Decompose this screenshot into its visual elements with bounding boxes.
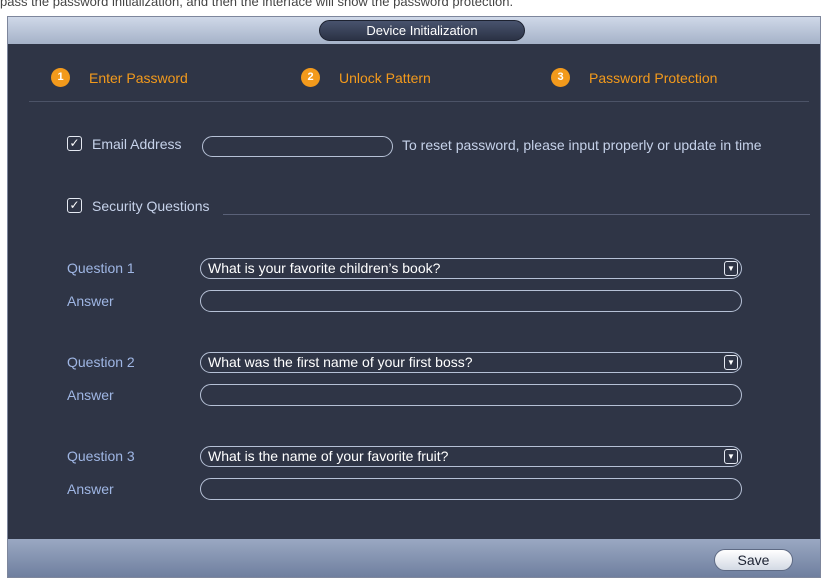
step-label: Password Protection: [589, 70, 718, 86]
question-1-select[interactable]: What is your favorite children’s book? ▼: [200, 258, 742, 279]
question-2-value: What was the first name of your first bo…: [208, 354, 473, 370]
title-bar: Device Initialization: [8, 17, 820, 44]
email-address-checkbox[interactable]: ✓: [67, 136, 82, 151]
answer-1-input[interactable]: [200, 290, 742, 312]
step-number-badge: 1: [51, 68, 70, 87]
question-3-select[interactable]: What is the name of your favorite fruit?…: [200, 446, 742, 467]
answer-3-input[interactable]: [200, 478, 742, 500]
question-2-select[interactable]: What was the first name of your first bo…: [200, 352, 742, 373]
answer-2-input[interactable]: [200, 384, 742, 406]
footer-bar: Save: [8, 539, 820, 577]
security-questions-label: Security Questions: [92, 198, 210, 214]
answer-2-label: Answer: [67, 387, 114, 403]
question-3-value: What is the name of your favorite fruit?: [208, 448, 449, 464]
step-number-badge: 3: [551, 68, 570, 87]
step-label: Enter Password: [89, 70, 188, 86]
page-top-text: pass the password initialization, and th…: [0, 0, 514, 9]
email-address-label: Email Address: [92, 136, 182, 152]
save-button[interactable]: Save: [714, 549, 793, 571]
device-initialization-window: Device Initialization 1 Enter Password 2…: [7, 16, 821, 578]
chevron-down-icon[interactable]: ▼: [724, 449, 738, 464]
security-questions-line: [223, 214, 810, 215]
question-1-label: Question 1: [67, 260, 135, 276]
steps-divider: [29, 101, 809, 102]
answer-1-label: Answer: [67, 293, 114, 309]
step-number-badge: 2: [301, 68, 320, 87]
chevron-down-icon[interactable]: ▼: [724, 355, 738, 370]
checkmark-icon: ✓: [69, 198, 80, 212]
security-questions-checkbox[interactable]: ✓: [67, 198, 82, 213]
window-title: Device Initialization: [319, 20, 525, 41]
question-1-value: What is your favorite children’s book?: [208, 260, 441, 276]
chevron-down-icon[interactable]: ▼: [724, 261, 738, 276]
question-2-label: Question 2: [67, 354, 135, 370]
step-label: Unlock Pattern: [339, 70, 431, 86]
question-3-label: Question 3: [67, 448, 135, 464]
email-address-input[interactable]: [202, 136, 393, 157]
email-hint: To reset password, please input properly…: [402, 137, 762, 153]
answer-3-label: Answer: [67, 481, 114, 497]
checkmark-icon: ✓: [69, 136, 80, 150]
